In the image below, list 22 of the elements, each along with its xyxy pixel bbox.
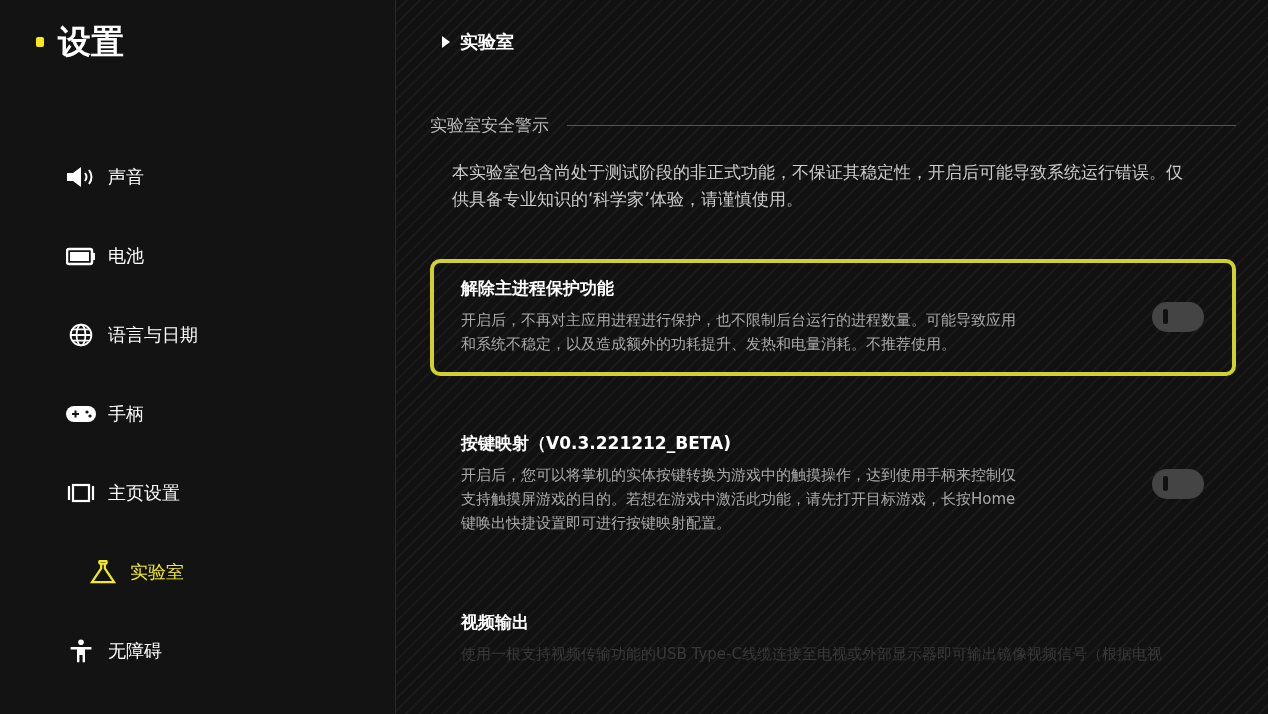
setting-title: 按键映射（V0.3.221212_BETA) [461, 432, 732, 455]
sidebar-item[interactable]: 语言与日期 [0, 295, 395, 374]
sidebar-item[interactable]: 无障碍 [0, 611, 395, 690]
setting-title: 视频输出 [461, 611, 530, 634]
setting-description: 开启后，您可以将掌机的实体按键转换为游戏中的触摸操作，达到使用手柄来控制仅支持触摸屏游戏的目的。若想在游戏中激活此功能，请先打开目标游戏，长按Home键唤出快捷设置即可进行按键映射配置。 [461, 465, 1017, 534]
setting-item[interactable]: 按键映射（V0.3.221212_BETA) 开启后，您可以将掌机的实体按键转换为游戏中的触摸操作，达到使用手柄来控制仅支持触摸屏游戏的目的。若想在游戏中激活此功能，请先打开目标游戏，长按Home键唤出快捷设置即可进行按键映射配置。 [430, 414, 1236, 555]
warning-text: 本实验室包含尚处于测试阶段的非正式功能，不保证其稳定性，开启后可能导致系统运行错误。仅供具备专业知识的‘科学家’体验，请谨慎使用。 [452, 161, 1184, 211]
sidebar-item[interactable]: 电池 [0, 216, 395, 295]
setting-item[interactable]: 解除主进程保护功能 开启后，不再对主应用进程进行保护，也不限制后台运行的进程数量。可能导致应用和系统不稳定，以及造成额外的功耗提升、发热和电量消耗。不推荐使用。 [430, 259, 1236, 376]
triangle-icon [442, 36, 450, 48]
setting-description: 开启后，不再对主应用进程进行保护，也不限制后台运行的进程数量。可能导致应用和系统不稳定，以及造成额外的功耗提升、发热和电量消耗。不推荐使用。 [461, 310, 1017, 355]
sidebar-item[interactable]: 手柄 [0, 374, 395, 453]
toggle-switch[interactable] [1152, 468, 1204, 499]
setting-title: 解除主进程保护功能 [461, 277, 615, 300]
flask-icon [88, 559, 118, 584]
section-title: 实验室安全警示 [430, 114, 549, 137]
settings-title: 设置 [58, 20, 124, 63]
sidebar-item[interactable]: 实验室 [0, 532, 395, 611]
sidebar-item[interactable]: 主页设置 [0, 453, 395, 532]
breadcrumb: 实验室 [460, 30, 514, 54]
toggle-switch[interactable] [1152, 301, 1204, 332]
sidebar-item[interactable]: 声音 [0, 137, 395, 216]
